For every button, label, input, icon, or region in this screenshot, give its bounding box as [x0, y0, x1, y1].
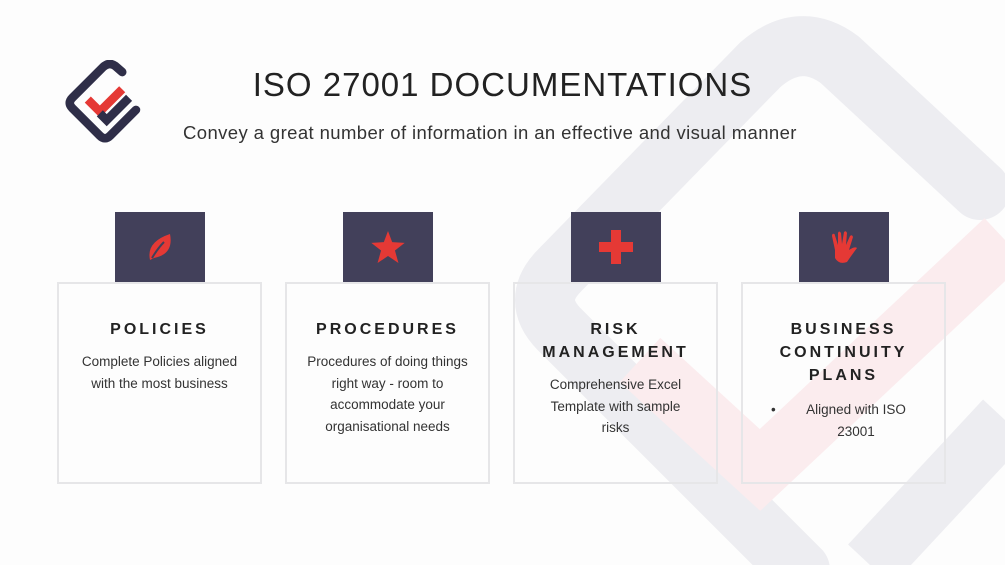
card-policies: POLICIES Complete Policies aligned with … — [57, 282, 262, 484]
star-icon — [371, 231, 405, 263]
procedures-icon-box — [343, 212, 433, 282]
card-title: POLICIES — [110, 321, 209, 338]
card-title: PROCEDURES — [316, 321, 459, 338]
card-text: Aligned with ISO 23001 — [806, 402, 906, 439]
continuity-icon-box — [799, 212, 889, 282]
card-text: Comprehensive Excel Template with sample… — [549, 377, 682, 435]
leaf-icon — [149, 234, 171, 260]
card-title: BUSINESS CONTINUITY PLANS — [779, 321, 908, 384]
risk-icon-box — [571, 212, 661, 282]
card-text: Procedures of doing things right way - r… — [307, 354, 468, 434]
plus-icon — [599, 230, 633, 264]
card-risk-management: RISK MANAGEMENT Comprehensive Excel Temp… — [513, 282, 718, 484]
card-procedures: PROCEDURES Procedures of doing things ri… — [285, 282, 490, 484]
policies-icon-box — [115, 212, 205, 282]
bullet-item: • Aligned with ISO 23001 — [771, 399, 944, 442]
card-business-continuity: BUSINESS CONTINUITY PLANS • Aligned with… — [741, 282, 946, 484]
bullet-dot: • — [771, 402, 776, 417]
card-text: Complete Policies aligned with the most … — [81, 354, 238, 391]
card-title: RISK MANAGEMENT — [542, 321, 689, 361]
hand-icon — [832, 231, 857, 263]
page-subtitle: Convey a great number of information in … — [183, 122, 797, 143]
page-title: ISO 27001 DOCUMENTATIONS — [252, 66, 753, 103]
